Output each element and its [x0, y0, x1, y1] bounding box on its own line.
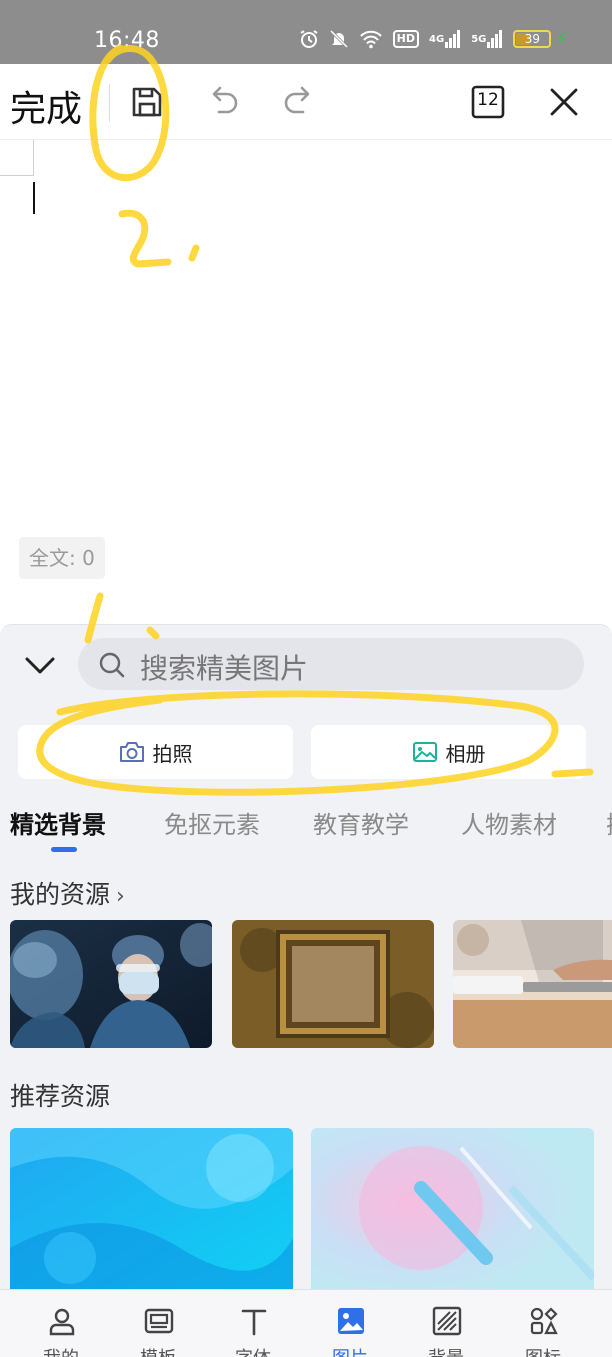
resource-thumb-frame[interactable]	[232, 920, 434, 1048]
search-placeholder: 搜索精美图片	[140, 652, 309, 685]
nav-label-images: 图片	[302, 1344, 398, 1357]
my-resources-title: 我的资源	[10, 880, 111, 909]
bottom-nav: 我的 模板 字体 图片 背景	[0, 1289, 612, 1357]
margin-corner-marker	[0, 140, 34, 176]
mute-icon	[329, 28, 349, 50]
recommended-resources-header: 推荐资源	[10, 1077, 110, 1113]
signal-icon: 4G	[429, 28, 461, 50]
charging-icon: ⚡	[555, 28, 568, 50]
done-button[interactable]: 完成	[10, 80, 82, 132]
search-input[interactable]: 搜索精美图片	[78, 638, 584, 690]
save-icon[interactable]	[127, 82, 167, 122]
recommended-title: 推荐资源	[10, 1082, 111, 1111]
editor-toolbar: 完成 12	[0, 64, 612, 140]
recommended-thumb-pastel[interactable]	[311, 1128, 594, 1293]
tab-featured-backgrounds[interactable]: 精选背景	[10, 805, 106, 840]
hd-icon: HD	[392, 30, 420, 48]
status-bar: 16:48 HD 4G 5G 39 ⚡	[0, 0, 612, 64]
signal-label-5g: 5G	[471, 33, 487, 45]
toolbar-divider	[109, 84, 110, 122]
recommended-thumb-blue[interactable]	[10, 1128, 293, 1293]
nav-label-fonts: 字体	[205, 1344, 301, 1357]
album-icon	[412, 740, 438, 764]
nav-item-icons[interactable]: 图标	[495, 1290, 591, 1357]
close-icon[interactable]	[544, 82, 584, 122]
text-editor[interactable]: 全文: 0	[0, 140, 612, 624]
user-icon	[47, 1306, 77, 1336]
signal-label-4g: 4G	[429, 33, 445, 45]
wifi-icon	[359, 28, 383, 50]
active-tab-indicator	[51, 847, 77, 852]
tab-more[interactable]: 插	[606, 805, 612, 840]
nav-item-images[interactable]: 图片	[302, 1290, 398, 1357]
shapes-icon	[529, 1306, 559, 1336]
page: 16:48 HD 4G 5G 39 ⚡ 完成 12 全文: 0 搜索精美图片 拍…	[0, 0, 612, 1357]
status-time: 16:48	[94, 28, 160, 53]
camera-label: 拍照	[152, 741, 193, 766]
album-button[interactable]: 相册	[311, 725, 586, 779]
image-panel: 搜索精美图片 拍照 相册 精选背景 免抠元素 教育教学 人物素材 插 我的资源›	[0, 624, 612, 1357]
tab-cutout-elements[interactable]: 免抠元素	[164, 805, 260, 840]
text-caret	[33, 182, 35, 214]
nav-item-backgrounds[interactable]: 背景	[398, 1290, 494, 1357]
camera-icon	[119, 740, 145, 764]
alarm-icon	[299, 28, 319, 50]
redo-icon[interactable]	[279, 82, 319, 122]
resource-thumb-laptop[interactable]	[453, 920, 612, 1048]
resource-thumb-surgeons[interactable]	[10, 920, 212, 1048]
page-badge-number: 12	[477, 90, 499, 110]
category-tabs: 精选背景 免抠元素 教育教学 人物素材 插	[0, 799, 612, 859]
nav-label-backgrounds: 背景	[398, 1344, 494, 1357]
signal-icon: 5G	[471, 28, 503, 50]
undo-icon[interactable]	[203, 82, 243, 122]
nav-item-templates[interactable]: 模板	[110, 1290, 206, 1357]
image-icon	[336, 1306, 366, 1336]
nav-label-templates: 模板	[110, 1344, 206, 1357]
album-label: 相册	[445, 741, 486, 766]
battery-icon: 39	[513, 30, 552, 48]
status-icons: HD 4G 5G 39 ⚡	[299, 28, 568, 50]
nav-item-mine[interactable]: 我的	[13, 1290, 109, 1357]
page-badge-icon[interactable]: 12	[468, 82, 508, 122]
template-icon	[144, 1306, 174, 1336]
chevron-right-icon: ›	[116, 884, 125, 909]
chevron-down-icon[interactable]	[22, 651, 58, 681]
nav-item-fonts[interactable]: 字体	[205, 1290, 301, 1357]
camera-button[interactable]: 拍照	[18, 725, 293, 779]
tab-education[interactable]: 教育教学	[313, 805, 409, 840]
nav-label-mine: 我的	[13, 1344, 109, 1357]
text-icon	[239, 1306, 269, 1336]
background-icon	[432, 1306, 462, 1336]
tab-people[interactable]: 人物素材	[461, 805, 557, 840]
search-icon	[98, 651, 126, 679]
nav-label-icons: 图标	[495, 1344, 591, 1357]
word-count: 全文: 0	[19, 537, 105, 579]
my-resources-header[interactable]: 我的资源 ›	[10, 875, 125, 911]
battery-level: 39	[524, 32, 540, 46]
